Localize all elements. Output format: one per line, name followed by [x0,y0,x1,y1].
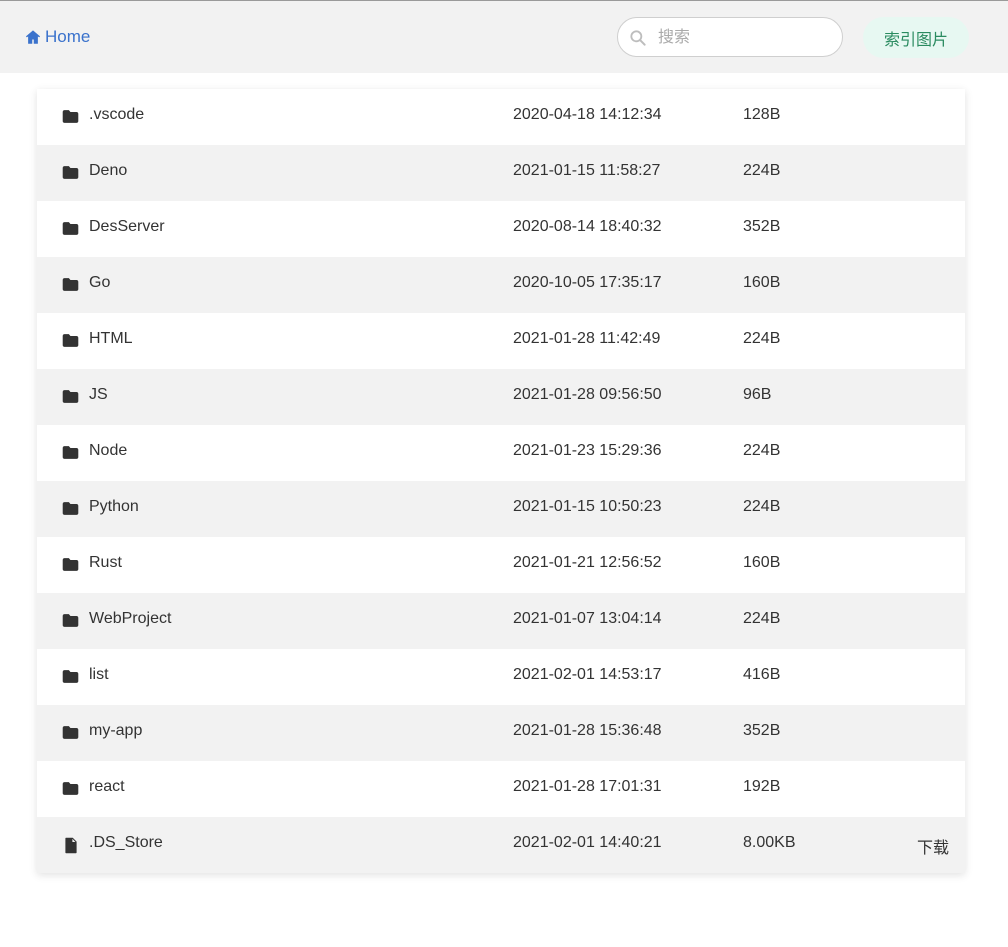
modified-date: 2021-02-01 14:53:17 [513,666,662,683]
download-link[interactable]: 下载 [917,834,949,858]
index-images-button[interactable]: 索引图片 [863,17,969,58]
file-name[interactable]: my-app [89,722,142,740]
folder-icon [62,390,79,403]
file-name[interactable]: WebProject [89,610,171,628]
file-row[interactable]: list 2021-02-01 14:53:17 416B [37,649,965,705]
file-size: 96B [743,386,772,403]
file-name[interactable]: DesServer [89,218,165,236]
file-name[interactable]: react [89,778,125,796]
file-row[interactable]: HTML 2021-01-28 11:42:49 224B [37,313,965,369]
modified-date: 2021-02-01 14:40:21 [513,834,662,851]
file-size: 352B [743,722,781,739]
file-name[interactable]: list [89,666,109,684]
file-name[interactable]: Go [89,274,110,292]
folder-icon [62,726,79,739]
folder-icon [62,110,79,123]
file-list: .vscode 2020-04-18 14:12:34 128B Deno 2021-0… [37,89,965,873]
file-row[interactable]: my-app 2021-01-28 15:36:48 352B [37,705,965,761]
file-name[interactable]: HTML [89,330,133,348]
folder-icon [62,334,79,347]
file-size: 416B [743,666,781,683]
folder-icon [62,446,79,459]
search-input[interactable] [656,22,836,54]
file-size: 224B [743,610,781,627]
modified-date: 2020-10-05 17:35:17 [513,274,662,291]
modified-date: 2020-08-14 18:40:32 [513,218,662,235]
file-size: 160B [743,274,781,291]
search-box[interactable] [617,17,843,57]
folder-icon [62,558,79,571]
folder-icon [62,222,79,235]
file-size: 128B [743,106,781,123]
file-row[interactable]: Node 2021-01-23 15:29:36 224B [37,425,965,481]
file-size: 224B [743,330,781,347]
search-icon [630,30,646,46]
folder-icon [62,782,79,795]
modified-date: 2021-01-15 11:58:27 [513,162,661,179]
folder-icon [62,670,79,683]
modified-date: 2021-01-07 13:04:14 [513,610,662,627]
file-size: 160B [743,554,781,571]
file-name[interactable]: .DS_Store [89,834,163,852]
file-size: 8.00KB [743,834,796,851]
file-row[interactable]: Rust 2021-01-21 12:56:52 160B [37,537,965,593]
file-name[interactable]: Python [89,498,139,516]
modified-date: 2021-01-28 11:42:49 [513,330,661,347]
file-size: 352B [743,218,781,235]
file-size: 192B [743,778,781,795]
file-name[interactable]: .vscode [89,106,144,124]
folder-icon [62,614,79,627]
folder-icon [62,166,79,179]
file-row[interactable]: .vscode 2020-04-18 14:12:34 128B [37,89,965,145]
file-size: 224B [743,442,781,459]
file-row[interactable]: Deno 2021-01-15 11:58:27 224B [37,145,965,201]
modified-date: 2021-01-28 15:36:48 [513,722,662,739]
file-row[interactable]: Python 2021-01-15 10:50:23 224B [37,481,965,537]
home-link[interactable]: Home [24,25,90,49]
file-size: 224B [743,162,781,179]
file-row[interactable]: react 2021-01-28 17:01:31 192B [37,761,965,817]
file-name[interactable]: Deno [89,162,127,180]
modified-date: 2020-04-18 14:12:34 [513,106,662,123]
file-row[interactable]: Go 2020-10-05 17:35:17 160B [37,257,965,313]
folder-icon [62,502,79,515]
modified-date: 2021-01-15 10:50:23 [513,498,662,515]
folder-icon [62,278,79,291]
file-row[interactable]: DesServer 2020-08-14 18:40:32 352B [37,201,965,257]
file-size: 224B [743,498,781,515]
home-link-label: Home [45,27,91,46]
modified-date: 2021-01-28 09:56:50 [513,386,662,403]
modified-date: 2021-01-23 15:29:36 [513,442,662,459]
modified-date: 2021-01-28 17:01:31 [513,778,662,795]
home-icon [25,30,41,44]
file-name[interactable]: Rust [89,554,122,572]
file-name[interactable]: JS [89,386,108,404]
file-row[interactable]: WebProject 2021-01-07 13:04:14 224B [37,593,965,649]
file-name[interactable]: Node [89,442,127,460]
modified-date: 2021-01-21 12:56:52 [513,554,662,571]
file-row[interactable]: .DS_Store 2021-02-01 14:40:21 8.00KB 下载 [37,817,965,873]
file-row[interactable]: JS 2021-01-28 09:56:50 96B [37,369,965,425]
top-navigation-bar: Home 索引图片 [0,0,1008,73]
file-icon [65,837,77,854]
